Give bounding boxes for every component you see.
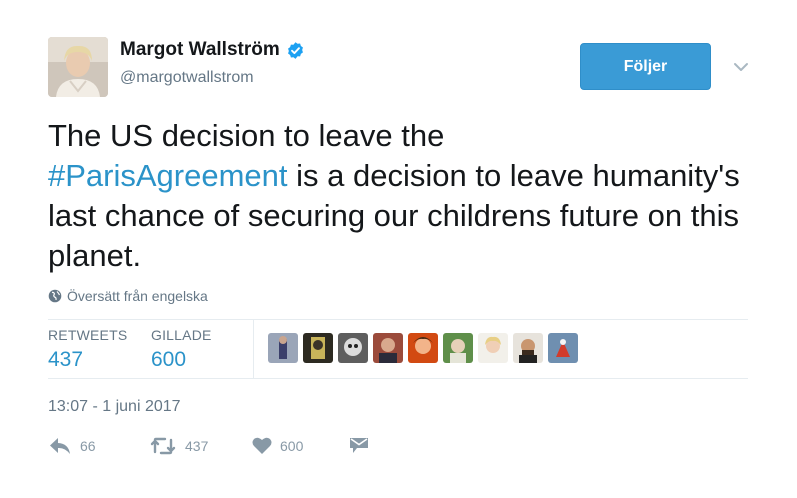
chevron-down-icon[interactable] bbox=[731, 57, 751, 77]
retweet-count: 437 bbox=[185, 438, 209, 454]
retweet-button[interactable]: 437 bbox=[149, 436, 208, 456]
retweets-stat[interactable]: RETWEETS 437 bbox=[48, 327, 127, 372]
reply-button[interactable]: 66 bbox=[48, 436, 96, 456]
author-name-text[interactable]: Margot Wallström bbox=[120, 39, 280, 61]
author-avatar[interactable] bbox=[48, 37, 108, 97]
liker-avatar[interactable] bbox=[478, 333, 508, 363]
liker-avatar[interactable] bbox=[303, 333, 333, 363]
liker-avatar[interactable] bbox=[338, 333, 368, 363]
likes-value[interactable]: 600 bbox=[151, 348, 212, 372]
tweet-text: The US decision to leave the #ParisAgreem… bbox=[48, 116, 748, 276]
divider-bottom bbox=[48, 378, 748, 379]
stats-separator bbox=[253, 320, 254, 378]
divider-top bbox=[48, 319, 748, 320]
hashtag-link[interactable]: #ParisAgreement bbox=[48, 158, 288, 193]
globe-icon bbox=[48, 289, 62, 303]
reply-icon bbox=[50, 438, 70, 454]
like-count: 600 bbox=[280, 437, 304, 454]
author-handle[interactable]: @margotwallstrom bbox=[120, 69, 254, 87]
liker-avatar[interactable] bbox=[373, 333, 403, 363]
likes-label[interactable]: GILLADE bbox=[151, 327, 212, 343]
author-name[interactable]: Margot Wallström bbox=[120, 39, 305, 61]
translate-label[interactable]: Översätt från engelska bbox=[67, 288, 208, 304]
liker-avatar[interactable] bbox=[408, 333, 438, 363]
reply-count: 66 bbox=[80, 438, 96, 454]
direct-message-button[interactable] bbox=[348, 436, 370, 456]
liker-avatar[interactable] bbox=[513, 333, 543, 363]
verified-badge-icon bbox=[287, 41, 303, 59]
following-button[interactable]: Följer bbox=[580, 43, 711, 90]
envelope-icon bbox=[350, 438, 368, 453]
likes-stat[interactable]: GILLADE 600 bbox=[151, 327, 212, 372]
like-button[interactable]: 600 bbox=[252, 436, 303, 455]
heart-icon bbox=[252, 437, 272, 454]
liker-avatars bbox=[268, 333, 578, 363]
tweet-timestamp[interactable]: 13:07 - 1 juni 2017 bbox=[48, 398, 181, 416]
translate-link[interactable]: Översätt från engelska bbox=[48, 288, 208, 304]
liker-avatar[interactable] bbox=[548, 333, 578, 363]
retweets-value[interactable]: 437 bbox=[48, 348, 127, 372]
tweet-text-part1: The US decision to leave the bbox=[48, 118, 445, 153]
retweet-icon bbox=[150, 437, 176, 455]
liker-avatar[interactable] bbox=[268, 333, 298, 363]
liker-avatar[interactable] bbox=[443, 333, 473, 363]
retweets-label[interactable]: RETWEETS bbox=[48, 327, 127, 343]
